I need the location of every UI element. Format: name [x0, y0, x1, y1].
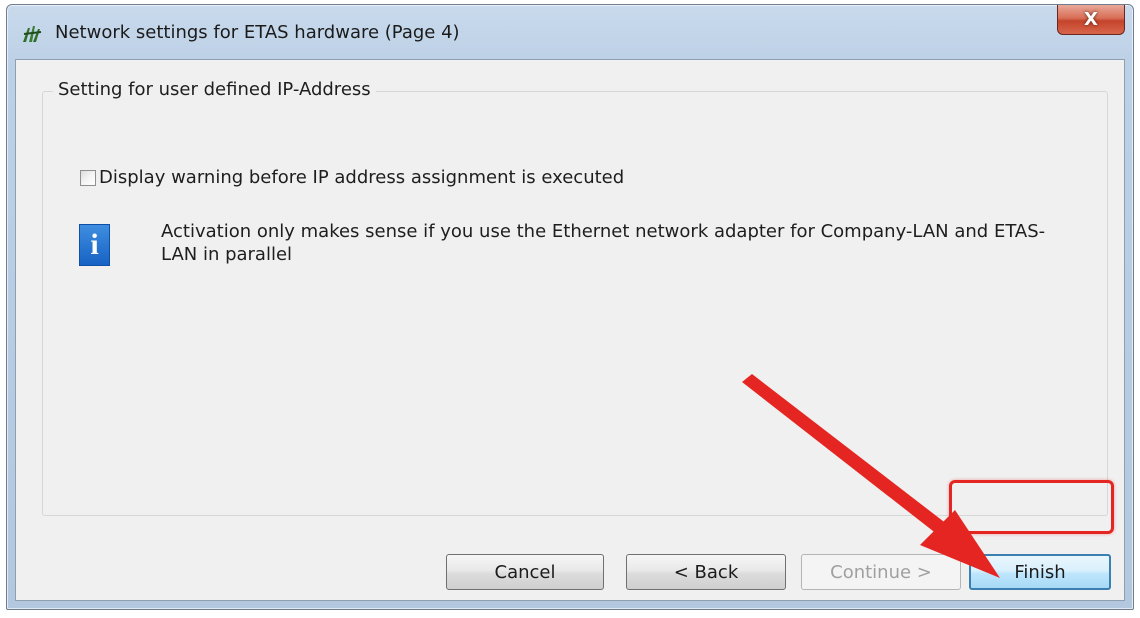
close-button[interactable]: X: [1057, 5, 1125, 35]
cancel-button[interactable]: Cancel: [446, 554, 604, 590]
warning-checkbox-label[interactable]: Display warning before IP address assign…: [99, 167, 624, 188]
warning-checkbox-row[interactable]: Display warning before IP address assign…: [80, 167, 624, 188]
window-title: Network settings for ETAS hardware (Page…: [55, 22, 460, 43]
group-title: Setting for user defined IP-Address: [53, 79, 376, 100]
back-button[interactable]: < Back: [626, 554, 786, 590]
continue-button[interactable]: Continue >: [801, 554, 961, 590]
info-icon: i: [79, 224, 110, 266]
close-icon: X: [1084, 9, 1098, 30]
finish-button[interactable]: Finish: [969, 554, 1111, 590]
etas-app-icon: [23, 26, 42, 42]
info-message: Activation only makes sense if you use t…: [161, 221, 1046, 265]
ip-settings-group: Setting for user defined IP-Address Disp…: [42, 79, 1108, 516]
finish-highlight-box: [949, 480, 1114, 534]
warning-checkbox[interactable]: [80, 169, 96, 186]
info-icon-glyph: i: [90, 228, 99, 261]
title-bar[interactable]: Network settings for ETAS hardware (Page…: [7, 5, 1133, 57]
